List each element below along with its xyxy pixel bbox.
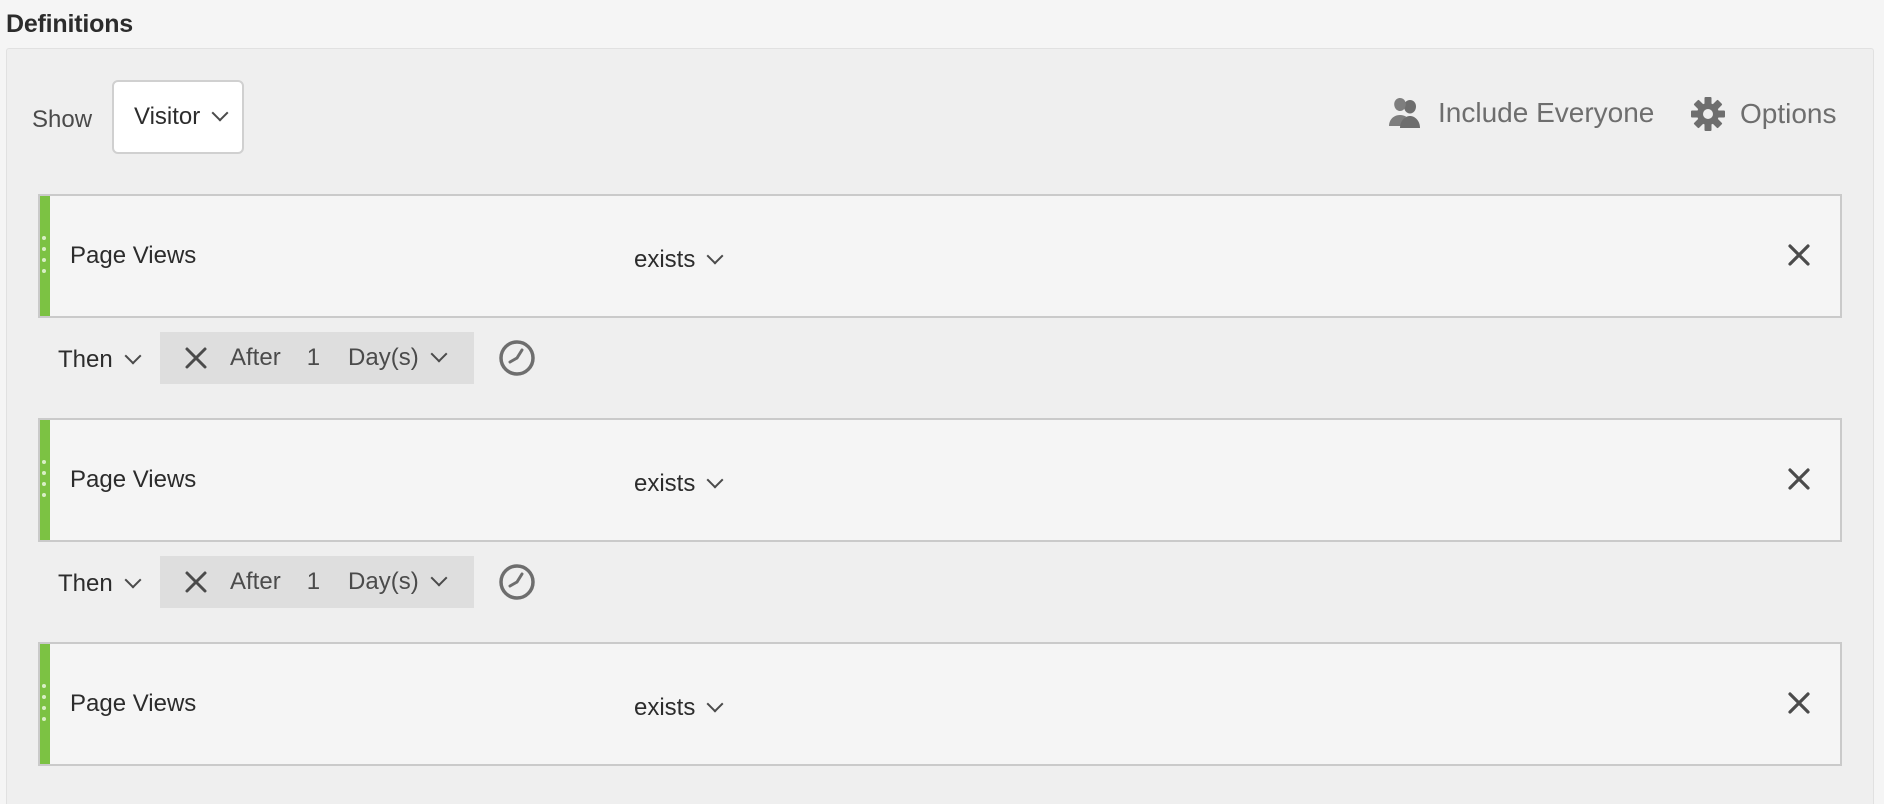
after-label: After — [230, 568, 281, 595]
rule-metric: Page Views — [70, 690, 197, 717]
rule-operator-value: exists — [634, 694, 696, 721]
time-restriction: After 1 Day(s) — [160, 556, 474, 608]
chevron-down-icon — [430, 345, 448, 363]
chevron-down-icon — [706, 695, 724, 713]
drag-handle-icon — [42, 236, 48, 280]
close-icon — [1788, 468, 1810, 490]
then-label: Then — [58, 346, 113, 373]
segment-builder: Definitions Show Visitor Include Everyon… — [0, 0, 1884, 804]
chevron-down-icon — [211, 104, 229, 122]
rule-operator-select[interactable]: exists — [634, 246, 724, 274]
rule-container: Page Views exists — [38, 418, 1842, 542]
rule-metric: Page Views — [70, 242, 197, 269]
users-icon — [1389, 98, 1420, 128]
rule-operator-value: exists — [634, 470, 696, 497]
remove-rule-button[interactable] — [1786, 466, 1812, 497]
rule-container: Page Views exists — [38, 194, 1842, 318]
add-time-restriction-button[interactable] — [498, 339, 536, 382]
time-unit-value: Day(s) — [348, 568, 419, 595]
chevron-down-icon — [706, 471, 724, 489]
clock-icon — [499, 564, 535, 600]
show-container-select[interactable]: Visitor — [112, 80, 244, 154]
remove-time-restriction-button[interactable] — [184, 570, 208, 594]
then-operator-select[interactable]: Then — [58, 346, 142, 374]
close-icon — [185, 571, 207, 593]
remove-rule-button[interactable] — [1786, 242, 1812, 273]
options-button[interactable]: Options — [1690, 96, 1837, 132]
chevron-down-icon — [706, 247, 724, 265]
sequence-then-row: Then After 1 Day(s) — [38, 556, 638, 610]
close-icon — [185, 347, 207, 369]
rule-container: Page Views exists — [38, 642, 1842, 766]
drag-handle[interactable] — [40, 420, 50, 540]
time-amount-input[interactable]: 1 — [307, 568, 320, 596]
rule-operator-value: exists — [634, 246, 696, 273]
then-operator-select[interactable]: Then — [58, 570, 142, 598]
include-everyone-button[interactable]: Include Everyone — [1388, 96, 1654, 130]
show-label: Show — [32, 106, 93, 133]
options-label: Options — [1740, 98, 1837, 129]
time-amount-input[interactable]: 1 — [307, 344, 320, 372]
time-unit-value: Day(s) — [348, 344, 419, 371]
drag-handle-icon — [42, 684, 48, 728]
remove-rule-button[interactable] — [1786, 690, 1812, 721]
show-select-value: Visitor — [134, 103, 201, 130]
gear-icon — [1691, 97, 1725, 131]
include-everyone-label: Include Everyone — [1438, 97, 1655, 128]
time-restriction: After 1 Day(s) — [160, 332, 474, 384]
close-icon — [1788, 692, 1810, 714]
chevron-down-icon — [124, 347, 142, 365]
time-unit-select[interactable]: Day(s) — [348, 568, 448, 596]
drag-handle[interactable] — [40, 196, 50, 316]
close-icon — [1788, 244, 1810, 266]
section-title: Definitions — [6, 10, 133, 38]
sequence-then-row: Then After 1 Day(s) — [38, 332, 638, 386]
drag-handle-icon — [42, 460, 48, 504]
then-label: Then — [58, 570, 113, 597]
time-unit-select[interactable]: Day(s) — [348, 344, 448, 372]
rule-operator-select[interactable]: exists — [634, 694, 724, 722]
clock-icon — [499, 340, 535, 376]
after-label: After — [230, 344, 281, 371]
rule-operator-select[interactable]: exists — [634, 470, 724, 498]
remove-time-restriction-button[interactable] — [184, 346, 208, 370]
rule-metric: Page Views — [70, 466, 197, 493]
add-time-restriction-button[interactable] — [498, 563, 536, 606]
chevron-down-icon — [124, 571, 142, 589]
drag-handle[interactable] — [40, 644, 50, 764]
chevron-down-icon — [430, 569, 448, 587]
